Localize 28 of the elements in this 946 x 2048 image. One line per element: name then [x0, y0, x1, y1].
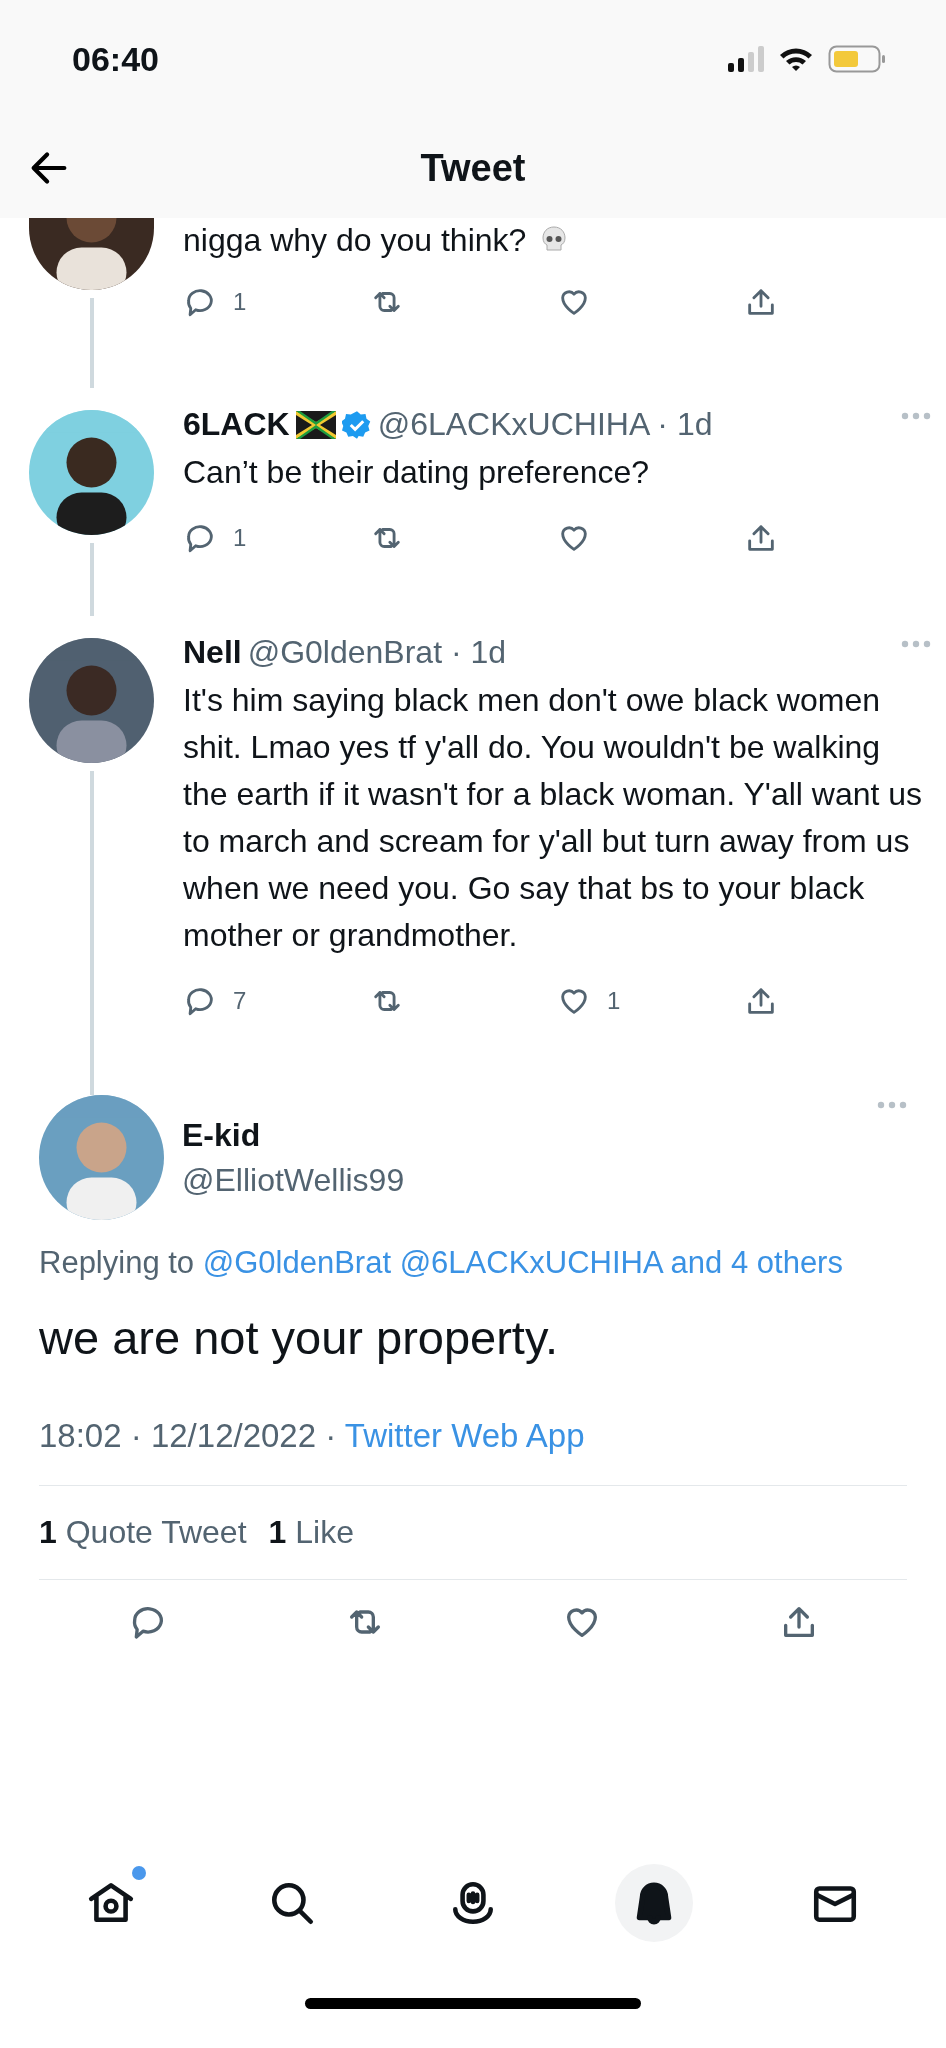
engagement-stat[interactable]: 1 Like — [268, 1514, 354, 1551]
tweet-timestamp: 18:02 · 12/12/2022 · — [39, 1417, 337, 1454]
flag-icon — [295, 410, 336, 439]
tweet-text: nigga why do you think? — [183, 221, 527, 260]
user-handle: @6LACKxUCHIHA · 1d — [377, 406, 713, 443]
source-link[interactable]: Twitter Web App — [344, 1417, 585, 1454]
wifi-icon — [778, 46, 814, 72]
signal-icon — [728, 46, 764, 72]
reply-button[interactable]: 7 — [183, 984, 247, 1018]
mention-link[interactable]: @6LACKxUCHIHA — [399, 1245, 662, 1280]
user-name[interactable]: E-kid — [182, 1116, 405, 1154]
like-button[interactable]: 1 — [557, 984, 621, 1018]
mention-link[interactable]: and 4 others — [670, 1245, 843, 1280]
mention-link[interactable]: @G0ldenBrat — [202, 1245, 391, 1280]
user-name[interactable]: 6LACK — [183, 406, 290, 443]
page-title: Tweet — [420, 146, 526, 190]
tweet-text: we are not your property. — [39, 1310, 559, 1365]
replying-label: Replying to — [39, 1245, 195, 1280]
reply-button[interactable]: 1 — [183, 285, 247, 319]
battery-icon — [828, 45, 886, 73]
engagement-stat[interactable]: 1 Quote Tweet — [39, 1514, 247, 1551]
tweet-text: Can’t be their dating preference? — [183, 453, 651, 492]
user-handle: @ElliotWellis99 — [182, 1161, 405, 1199]
tweet-text: It's him saying black men don't owe black women shit. Lmao yes tf y'all do. You wouldn't be walking the earth if it wasn't for a black woman. Y'all want us to march and scream for y'all but turn away from us when we need you. Go say that bs to your black mother or grandmother. — [183, 681, 924, 955]
user-name[interactable]: Nell — [183, 634, 242, 671]
user-handle: @G0ldenBrat · 1d — [247, 634, 507, 671]
status-time: 06:40 — [72, 39, 159, 79]
reply-button[interactable]: 1 — [183, 521, 247, 555]
